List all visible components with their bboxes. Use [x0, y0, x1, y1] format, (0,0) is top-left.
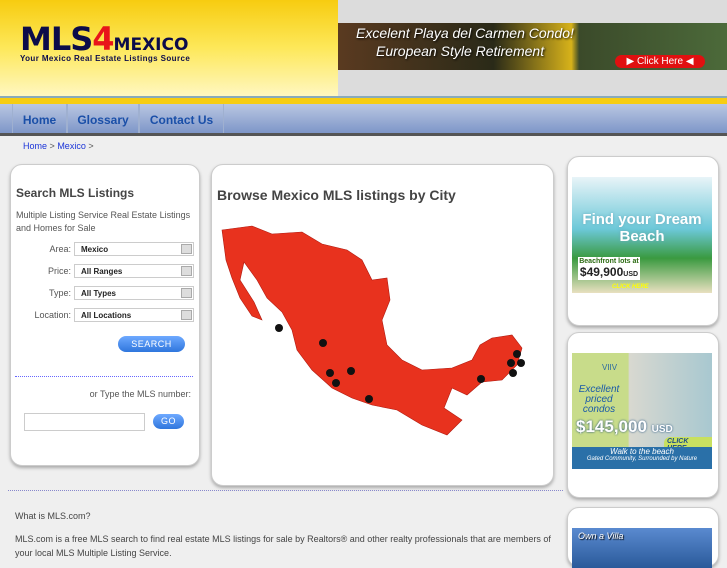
- price-value: All Ranges: [81, 267, 123, 276]
- mls-prompt: or Type the MLS number:: [89, 389, 191, 399]
- city-pin[interactable]: [477, 375, 485, 383]
- logo-mls: MLS: [20, 20, 93, 58]
- dream-beach-ad[interactable]: Find your Dream Beach Beachfront lots at…: [572, 177, 712, 293]
- breadcrumb-mexico[interactable]: Mexico: [57, 141, 86, 151]
- location-select[interactable]: All Locations: [74, 308, 194, 322]
- divider: [15, 376, 193, 377]
- price-field: Price: All Ranges: [11, 264, 201, 278]
- area-select[interactable]: Mexico: [74, 242, 194, 256]
- ad-panel-2: VIIV Excellent priced condos $145,000 US…: [567, 332, 719, 498]
- price-label: Price:: [47, 266, 71, 276]
- logo[interactable]: MLS4MEXICO Your Mexico Real Estate Listi…: [20, 20, 190, 63]
- ad-click-here-button[interactable]: ▶ Click Here ◀: [615, 55, 705, 68]
- city-pin[interactable]: [517, 359, 525, 367]
- price-select[interactable]: All Ranges: [74, 264, 194, 278]
- ad-panel-3: Own a Villa: [567, 507, 719, 568]
- ad1-price: $49,900: [579, 265, 624, 279]
- city-pin[interactable]: [365, 395, 373, 403]
- header-stripe: [0, 96, 727, 104]
- what-is-heading: What is MLS.com?: [15, 511, 91, 521]
- ad1-cta[interactable]: CLICK HERE: [612, 284, 649, 290]
- type-field: Type: All Types: [11, 286, 201, 300]
- go-button[interactable]: GO: [153, 414, 184, 429]
- ad3-headline: Own a Villa: [578, 531, 624, 541]
- city-pin[interactable]: [509, 369, 517, 377]
- area-field: Area: Mexico: [11, 242, 201, 256]
- city-pin[interactable]: [275, 324, 283, 332]
- ad1-currency: USD: [623, 271, 639, 278]
- dropdown-arrow-icon: [181, 310, 192, 320]
- ad2-line2: Gated Community, Surrounded by Nature: [586, 456, 698, 462]
- city-pin[interactable]: [513, 350, 521, 358]
- ad-line1: Excelent Playa del Carmen Condo!: [356, 25, 574, 41]
- city-pin[interactable]: [319, 339, 327, 347]
- type-label: Type:: [48, 288, 71, 298]
- breadcrumb-sep: >: [49, 141, 55, 151]
- viiv-condos-ad[interactable]: VIIV Excellent priced condos $145,000 US…: [572, 353, 712, 469]
- ad-button-label: Click Here: [636, 56, 684, 67]
- breadcrumb: Home > Mexico >: [23, 141, 94, 151]
- type-value: All Types: [81, 289, 116, 298]
- divider: [8, 490, 563, 491]
- dropdown-arrow-icon: [181, 266, 192, 276]
- logo-tagline: Your Mexico Real Estate Listings Source: [20, 54, 191, 63]
- ad2-line1: Walk to the beach: [610, 447, 674, 456]
- dropdown-arrow-icon: [181, 288, 192, 298]
- ad2-headline: Excellent priced condos: [578, 384, 620, 415]
- mexico-map[interactable]: [212, 220, 555, 450]
- ad1-sub: Beachfront lots at: [579, 258, 639, 265]
- location-field: Location: All Locations: [11, 308, 201, 322]
- ad-line2: European Style Retirement: [376, 43, 545, 59]
- ad1-headline: Find your Dream Beach: [582, 211, 702, 245]
- nav-contact-us[interactable]: Contact Us: [139, 104, 224, 133]
- villa-ad[interactable]: Own a Villa: [572, 528, 712, 568]
- top-ad-banner[interactable]: Excelent Playa del Carmen Condo! Europea…: [338, 23, 727, 70]
- breadcrumb-sep: >: [88, 141, 94, 151]
- mls-number-input[interactable]: [24, 413, 145, 431]
- ad2-price: $145,000: [576, 417, 647, 436]
- breadcrumb-home[interactable]: Home: [23, 141, 47, 151]
- map-title: Browse Mexico MLS listings by City: [217, 187, 456, 203]
- nav-home[interactable]: Home: [12, 104, 67, 133]
- area-label: Area:: [49, 244, 71, 254]
- search-description: Multiple Listing Service Real Estate Lis…: [16, 210, 191, 233]
- city-pin[interactable]: [347, 367, 355, 375]
- ad-panel-1: Find your Dream Beach Beachfront lots at…: [567, 156, 719, 326]
- logo-four: 4: [92, 20, 114, 58]
- search-title: Search MLS Listings: [16, 186, 135, 200]
- mexico-shape[interactable]: [221, 225, 523, 436]
- dropdown-arrow-icon: [181, 244, 192, 254]
- city-pin[interactable]: [332, 379, 340, 387]
- search-button[interactable]: SEARCH: [118, 336, 185, 352]
- city-pin[interactable]: [507, 359, 515, 367]
- nav-glossary[interactable]: Glossary: [67, 104, 139, 133]
- ad2-brand: VIIV: [602, 363, 618, 372]
- what-is-paragraph: MLS.com is a free MLS search to find rea…: [15, 534, 551, 558]
- location-value: All Locations: [81, 311, 132, 320]
- city-pin[interactable]: [326, 369, 334, 377]
- logo-mexico: MEXICO: [113, 35, 189, 55]
- location-label: Location:: [34, 310, 71, 320]
- map-panel: Browse Mexico MLS listings by City: [211, 164, 554, 486]
- search-panel: Search MLS Listings Multiple Listing Ser…: [10, 164, 200, 466]
- ad2-currency: USD: [651, 424, 673, 435]
- type-select[interactable]: All Types: [74, 286, 194, 300]
- area-value: Mexico: [81, 245, 109, 254]
- nav-bar: Home Glossary Contact Us: [0, 104, 727, 136]
